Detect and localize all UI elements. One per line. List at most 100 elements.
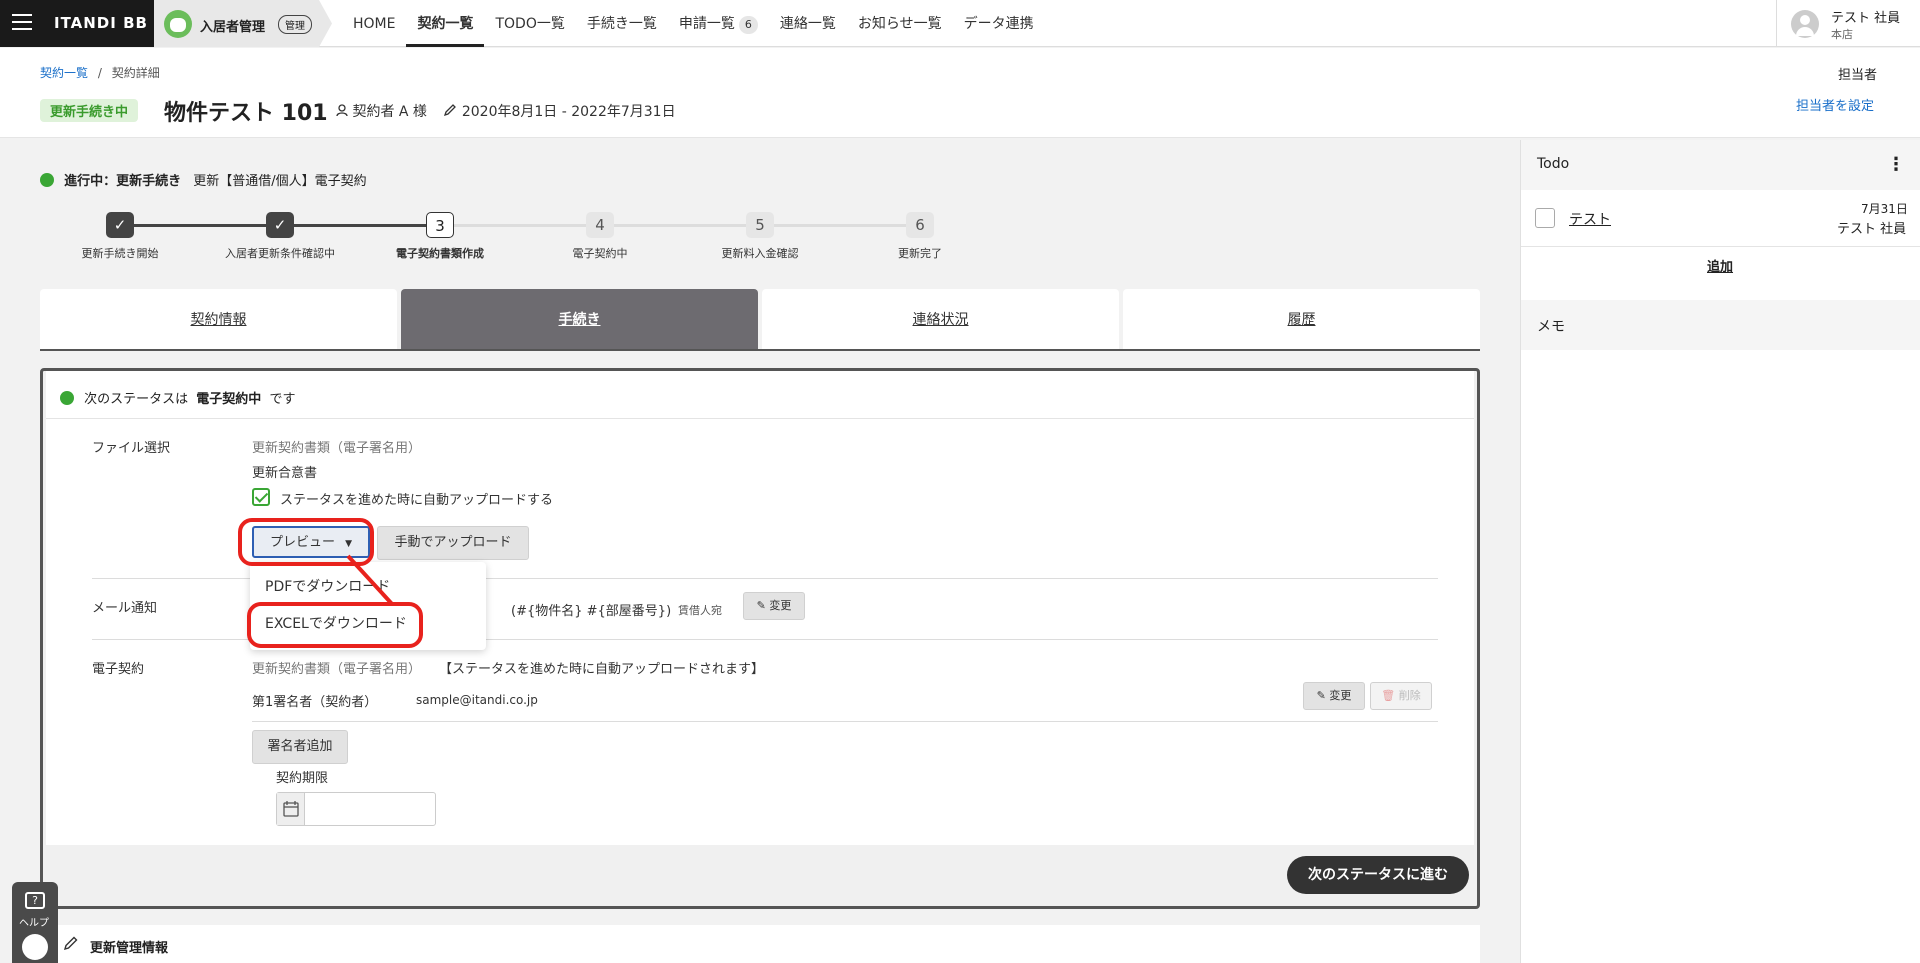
logo[interactable]: ITANDI BB <box>54 14 148 32</box>
person-icon <box>336 104 348 117</box>
nav-data-link[interactable]: データ連携 <box>953 0 1045 47</box>
next-status-pre: 次のステータスは <box>84 392 189 407</box>
signer-change-button[interactable]: ✎ 変更 <box>1303 682 1365 710</box>
file-select-label: ファイル選択 <box>92 441 171 456</box>
avatar-icon <box>1791 10 1819 38</box>
nav-contacts[interactable]: 連絡一覧 <box>769 0 847 47</box>
add-todo-link[interactable]: 追加 <box>1707 256 1733 275</box>
step-number: 4 <box>586 212 614 238</box>
calendar-icon[interactable] <box>277 793 305 825</box>
breadcrumb-current: 契約詳細 <box>111 66 160 80</box>
signer-role: 第1署名者（契約者） <box>252 695 378 710</box>
step-1: ✓ 更新手続き開始 <box>40 212 200 261</box>
contractor-name: 契約者 A 様 <box>352 104 427 120</box>
todo-due-date: 7月31日 <box>1861 202 1908 216</box>
set-owner-link[interactable]: 担当者を設定 <box>1796 95 1874 114</box>
tab-procedures[interactable]: 手続き <box>401 289 758 349</box>
nav-home[interactable]: HOME <box>342 0 406 47</box>
auto-upload-checkbox[interactable] <box>252 488 270 506</box>
contract-period: 2020年8月1日 - 2022年7月31日 <box>461 104 676 120</box>
step-number: 5 <box>746 212 774 238</box>
status-badge: 更新手続き中 <box>40 99 139 122</box>
app-role-badge: 管理 <box>278 15 312 34</box>
nav-label: 手続き一覧 <box>586 16 657 32</box>
nav-label: お知らせ一覧 <box>857 16 942 32</box>
progress-status: 進行中：更新手続き <box>64 174 182 189</box>
app-switcher[interactable]: 入居者管理 管理 <box>154 0 332 47</box>
divider <box>1521 246 1920 247</box>
divider <box>46 418 1474 419</box>
renewal-info-title: 更新管理情報 <box>90 941 169 956</box>
more-vertical-icon[interactable]: ⋮ <box>1887 154 1905 175</box>
owner-label: 担当者 <box>1838 68 1878 83</box>
main-nav: HOME 契約一覧 TODO一覧 手続き一覧 申請一覧 6 連絡一覧 お知らせ一覧… <box>342 0 1045 47</box>
nav-applications[interactable]: 申請一覧 6 <box>668 0 769 47</box>
trash-icon: 🗑 <box>1381 689 1396 702</box>
delete-label: 削除 <box>1398 689 1421 702</box>
side-panel: Todo ⋮ テスト 7月31日 テスト 社員 追加 メモ <box>1520 140 1920 963</box>
econtract-label: 電子契約 <box>92 662 145 677</box>
deadline-date-input[interactable] <box>276 792 436 826</box>
pen-icon <box>63 936 78 951</box>
next-status-button[interactable]: 次のステータスに進む <box>1287 856 1469 894</box>
tab-contract-info[interactable]: 契約情報 <box>40 289 397 349</box>
pen-icon <box>444 104 457 117</box>
top-bar: ITANDI BB 入居者管理 管理 HOME 契約一覧 TODO一覧 手続き一… <box>0 0 1920 47</box>
nav-label: 契約一覧 <box>417 16 474 32</box>
hamburger-menu-icon[interactable] <box>12 14 32 32</box>
nav-label: 連絡一覧 <box>779 16 836 32</box>
step-done-icon: ✓ <box>106 212 134 238</box>
user-name: テスト 社員 <box>1831 11 1901 26</box>
step-6: 6 更新完了 <box>840 212 1000 261</box>
step-number: 3 <box>426 212 454 238</box>
nav-count-badge: 6 <box>738 16 758 34</box>
breadcrumb-link-contracts[interactable]: 契約一覧 <box>40 66 88 80</box>
step-label: 電子契約書類作成 <box>396 247 484 260</box>
contract-meta: 契約者 A 様 2020年8月1日 - 2022年7月31日 <box>336 101 676 121</box>
breadcrumb: 契約一覧 / 契約詳細 <box>40 64 160 81</box>
todo-item-name[interactable]: テスト <box>1569 209 1611 229</box>
todo-checkbox[interactable] <box>1535 208 1555 228</box>
nav-procedures[interactable]: 手続き一覧 <box>576 0 668 47</box>
progress-stepper: ✓ 更新手続き開始 ✓ 入居者更新条件確認中 3 電子契約書類作成 4 電子契約… <box>40 208 960 264</box>
help-question-icon: ? <box>25 892 45 909</box>
app-mascot-icon <box>164 10 192 38</box>
nav-notices[interactable]: お知らせ一覧 <box>847 0 953 47</box>
tab-contact-status[interactable]: 連絡状況 <box>762 289 1119 349</box>
signer-delete-button[interactable]: 🗑 削除 <box>1370 682 1432 710</box>
nav-label: データ連携 <box>963 16 1034 32</box>
status-dot-icon <box>40 173 54 187</box>
memo-title: メモ <box>1537 319 1565 335</box>
todo-title: Todo <box>1537 156 1570 172</box>
nav-contracts[interactable]: 契約一覧 <box>406 0 485 47</box>
breadcrumb-separator: / <box>97 66 102 80</box>
econtract-category: 更新契約書類（電子署名用） <box>252 662 422 677</box>
step-label: 電子契約中 <box>572 247 628 260</box>
todo-assignee: テスト 社員 <box>1837 222 1907 237</box>
next-status-value: 電子契約中 <box>196 392 262 407</box>
renewal-info-card: 更新管理情報 <box>40 925 1480 963</box>
deadline-label: 契約期限 <box>276 771 329 786</box>
signer-email: sample@itandi.co.jp <box>416 693 538 707</box>
next-status-text: 次のステータスは 電子契約中 です <box>60 388 295 407</box>
step-5: 5 更新料入金確認 <box>680 212 840 261</box>
pencil-icon: ✎ <box>756 599 766 612</box>
tab-history[interactable]: 履歴 <box>1123 289 1480 349</box>
mascot-icon <box>22 934 48 960</box>
next-status-post: です <box>269 392 296 407</box>
add-signer-button[interactable]: 署名者追加 <box>252 730 348 764</box>
step-4: 4 電子契約中 <box>520 212 680 261</box>
memo-header: メモ <box>1521 300 1920 350</box>
divider <box>252 721 1438 722</box>
mail-recipient: 賃借人宛 <box>678 604 722 617</box>
auto-upload-label[interactable]: ステータスを進めた時に自動アップロードする <box>280 489 553 508</box>
detail-tabs: 契約情報 手続き 連絡状況 履歴 <box>40 289 1480 351</box>
step-label: 更新完了 <box>898 247 942 260</box>
help-widget[interactable]: ? ヘルプ <box>12 882 58 963</box>
user-menu[interactable]: テスト 社員 本店 <box>1776 0 1920 47</box>
step-2: ✓ 入居者更新条件確認中 <box>200 212 360 261</box>
nav-todo[interactable]: TODO一覧 <box>484 0 575 47</box>
progress-heading: 進行中：更新手続き 更新【普通借/個人】電子契約 <box>40 170 367 189</box>
nav-label: TODO一覧 <box>495 16 565 32</box>
mail-change-button[interactable]: ✎ 変更 <box>743 592 805 620</box>
